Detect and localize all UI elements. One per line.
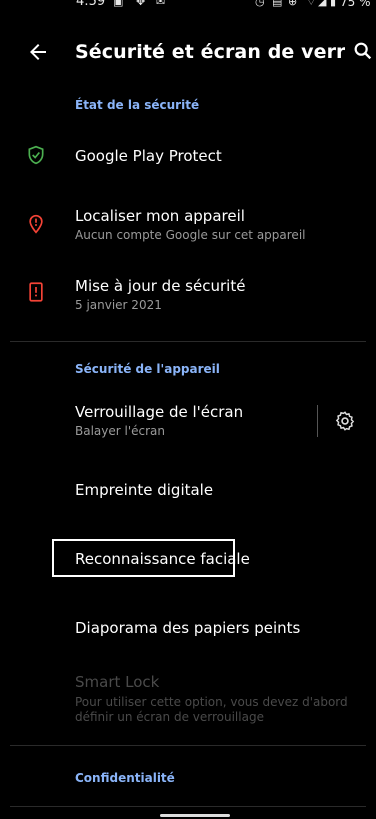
list-item-wallpaper-slideshow[interactable]: Diaporama des papiers peints — [0, 608, 376, 648]
divider — [10, 745, 366, 746]
focus-highlight — [52, 539, 235, 577]
wifi-icon: ⌔ — [306, 0, 317, 8]
divider — [10, 806, 366, 807]
item-subtitle-line-1: Pour utiliser cette option, vous devez d… — [75, 695, 348, 709]
status-bar: 4:59 ▣ ✥ ✉ ◷ ▤ ⊕ ⌔ ◢ ▮ 75 % — [0, 0, 376, 20]
section-header-security-status: État de la sécurité — [75, 98, 200, 112]
alarm-icon: ◷ — [255, 0, 265, 8]
app-bar: Sécurité et écran de verrouill… — [0, 30, 376, 80]
item-subtitle-line-2: définir un écran de verrouillage — [75, 710, 264, 724]
section-header-device-security: Sécurité de l'appareil — [75, 362, 220, 376]
list-item-screen-lock[interactable]: Verrouillage de l'écran Balayer l'écran — [0, 394, 376, 448]
nfc-icon: ▤ — [272, 0, 283, 8]
item-title: Google Play Protect — [75, 147, 222, 165]
vibrate-icon: ⊕ — [288, 0, 298, 8]
phone-alert-icon — [29, 282, 43, 302]
list-item-google-play-protect[interactable]: Google Play Protect — [0, 134, 376, 178]
item-title: Empreinte digitale — [75, 481, 214, 499]
item-title: Smart Lock — [75, 673, 160, 691]
item-subtitle: Aucun compte Google sur cet appareil — [75, 228, 306, 242]
fan-notification-icon: ✥ — [136, 0, 146, 8]
item-title: Mise à jour de sécurité — [75, 277, 246, 295]
signal-icon: ◢ — [318, 0, 327, 8]
divider — [10, 341, 366, 342]
item-title: Localiser mon appareil — [75, 207, 245, 225]
navigation-handle[interactable] — [160, 814, 230, 817]
list-item-smart-lock: Smart Lock Pour utiliser cette option, v… — [0, 671, 376, 731]
item-subtitle: Balayer l'écran — [75, 424, 166, 438]
list-item-find-my-device[interactable]: Localiser mon appareil Aucun compte Goog… — [0, 198, 376, 252]
battery-percent: 75 % — [340, 0, 371, 9]
item-title: Verrouillage de l'écran — [75, 403, 244, 421]
list-item-security-update[interactable]: Mise à jour de sécurité 5 janvier 2021 — [0, 268, 376, 322]
message-notification-icon: ✉ — [156, 0, 166, 8]
item-subtitle: 5 janvier 2021 — [75, 298, 162, 312]
item-title: Diaporama des papiers peints — [75, 619, 301, 637]
page-title: Sécurité et écran de verrouill… — [75, 41, 345, 63]
screen: 4:59 ▣ ✥ ✉ ◷ ▤ ⊕ ⌔ ◢ ▮ 75 % Sécurité et … — [0, 0, 376, 819]
vertical-separator — [317, 405, 318, 437]
list-item-fingerprint[interactable]: Empreinte digitale — [0, 470, 376, 510]
location-alert-icon — [29, 214, 43, 234]
search-icon[interactable] — [352, 40, 374, 62]
section-header-privacy: Confidentialité — [75, 771, 175, 785]
shield-check-icon — [28, 145, 44, 165]
status-time: 4:59 — [76, 0, 106, 9]
gallery-notification-icon: ▣ — [113, 0, 124, 8]
battery-icon: ▮ — [330, 0, 337, 8]
gear-icon[interactable] — [334, 410, 356, 432]
back-arrow-icon[interactable] — [26, 40, 50, 64]
